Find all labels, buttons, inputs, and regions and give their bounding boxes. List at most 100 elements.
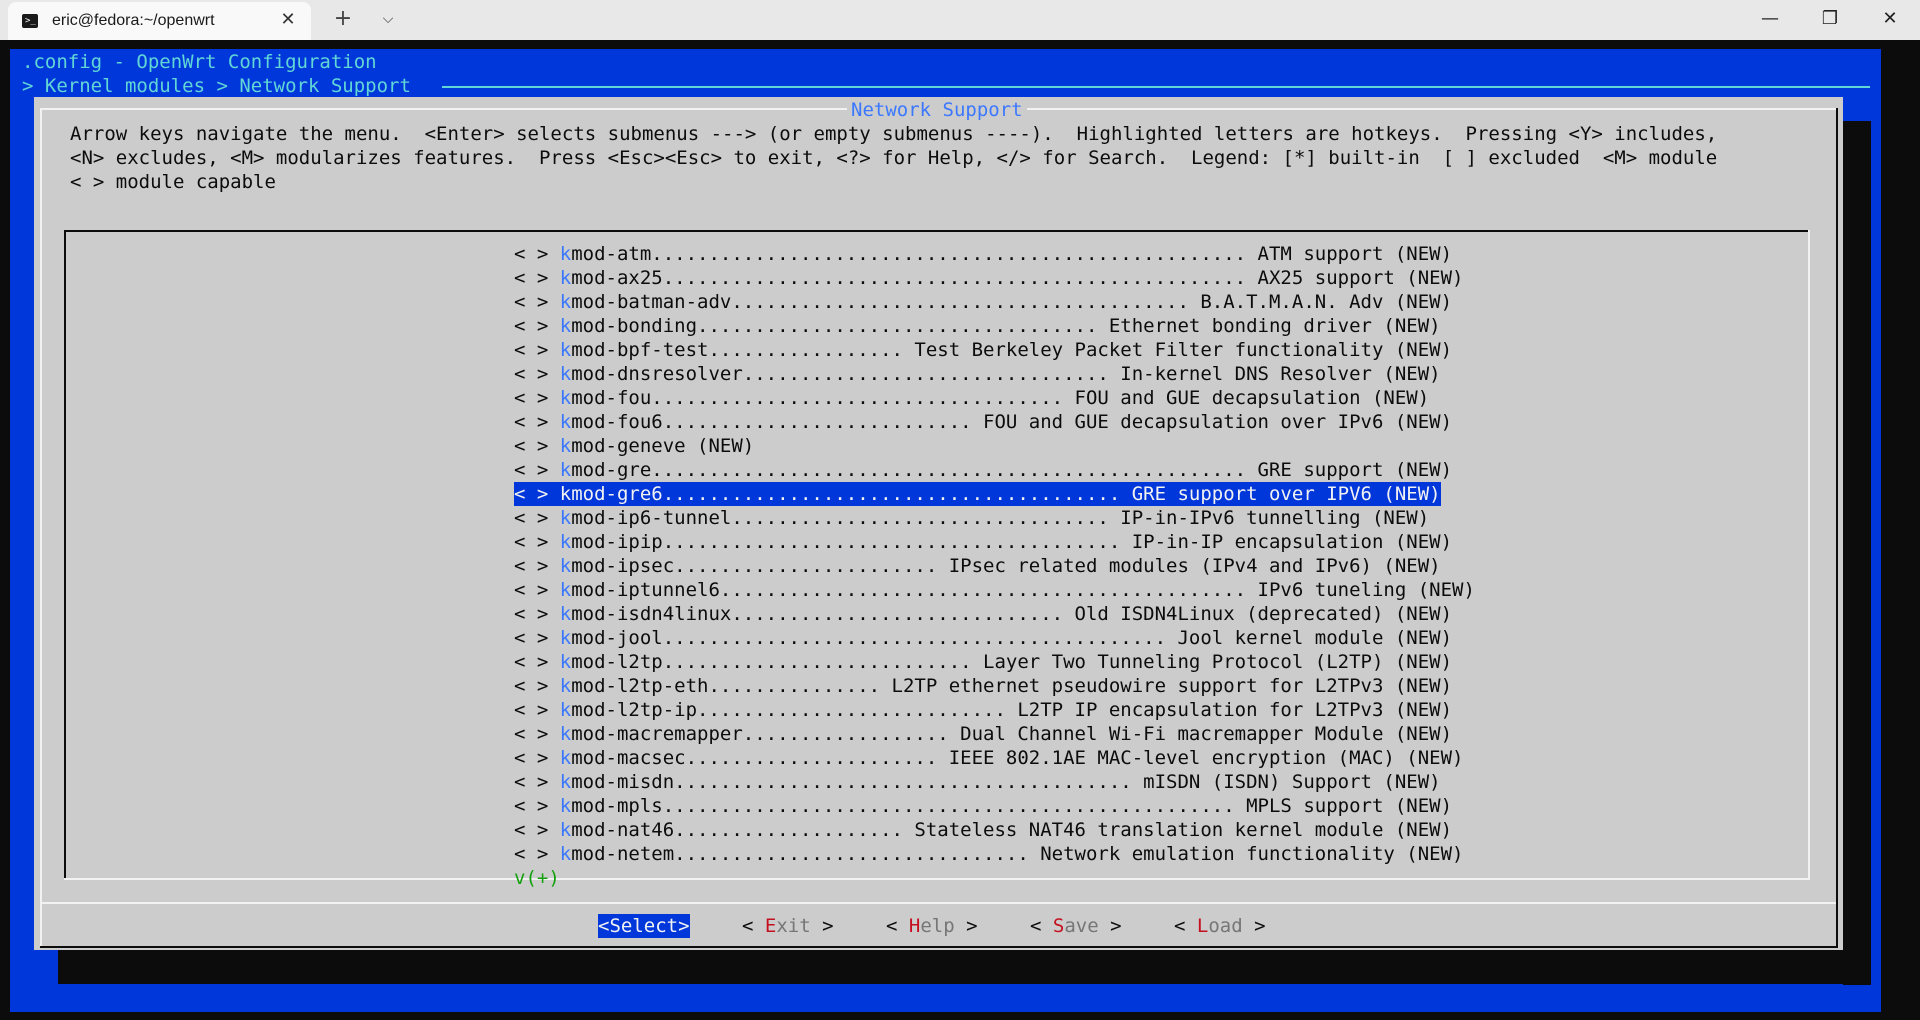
menu-item-state: < >: [514, 555, 560, 577]
button-post: >: [810, 915, 834, 937]
menu-item-state: < >: [514, 459, 560, 481]
list-border: [1808, 230, 1810, 880]
menu-item-label: mod-ax25................................…: [571, 267, 1464, 289]
menu-item-label: mod-bpf-test................. Test Berke…: [571, 339, 1453, 361]
dialog-shadow-right: [1843, 121, 1871, 985]
menu-item-state: < >: [514, 387, 560, 409]
menu-item-hotkey: k: [559, 267, 572, 289]
menu-item[interactable]: < > kmod-dnsresolver....................…: [514, 362, 1441, 386]
menu-item-label: mod-bonding.............................…: [571, 315, 1441, 337]
menu-item-state: < >: [514, 819, 560, 841]
maximize-icon[interactable]: ❐: [1800, 0, 1860, 40]
menu-item[interactable]: < > kmod-batman-adv.....................…: [514, 290, 1452, 314]
terminal-icon: >_: [22, 14, 38, 28]
menu-item[interactable]: < > kmod-l2tp-eth............... L2TP et…: [514, 674, 1452, 698]
window-close-icon[interactable]: ✕: [1860, 0, 1920, 40]
help-line-2: <N> excludes, <M> modularizes features. …: [70, 147, 1718, 169]
menu-item[interactable]: < > kmod-netem..........................…: [514, 842, 1463, 866]
menu-item-label: mod-iptunnel6...........................…: [571, 579, 1475, 601]
button-rest: elp: [920, 915, 955, 937]
button-separator: [42, 902, 1836, 904]
menu-item-label: mod-macremapper.................. Dual C…: [571, 723, 1453, 745]
menu-item[interactable]: < > kmod-macremapper.................. D…: [514, 722, 1452, 746]
dialog-shadow-bottom: [58, 950, 1871, 984]
menu-item-hotkey: k: [559, 699, 572, 721]
menu-item-label: mod-ipsec....................... IPsec r…: [571, 555, 1441, 577]
menu-item[interactable]: < > kmod-bonding........................…: [514, 314, 1441, 338]
button-pre: <: [886, 915, 909, 937]
dialog-border: [40, 108, 42, 948]
menu-item-hotkey: k: [559, 771, 572, 793]
terminal-tab[interactable]: >_ eric@fedora:~/openwrt ✕: [8, 2, 311, 40]
menu-item[interactable]: < > kmod-geneve (NEW): [514, 434, 754, 458]
menu-item[interactable]: < > kmod-ipip...........................…: [514, 530, 1452, 554]
menu-item[interactable]: < > kmod-gre............................…: [514, 458, 1452, 482]
menu-item-state: < >: [514, 579, 560, 601]
menu-item[interactable]: < > kmod-gre6...........................…: [514, 482, 1441, 506]
menu-item-hotkey: k: [559, 339, 572, 361]
help-button[interactable]: < Help >: [886, 914, 978, 938]
menu-item[interactable]: < > kmod-bpf-test................. Test …: [514, 338, 1452, 362]
menu-item[interactable]: < > kmod-nat46.................... State…: [514, 818, 1452, 842]
menu-item-hotkey: k: [559, 819, 572, 841]
menu-item-hotkey: k: [559, 411, 572, 433]
menu-item[interactable]: < > kmod-fou6...........................…: [514, 410, 1452, 434]
menu-item-label: mod-l2tp........................... Laye…: [571, 651, 1453, 673]
menu-item-state: < >: [514, 267, 560, 289]
menu-item-state: < >: [514, 507, 560, 529]
list-border: [64, 230, 1810, 232]
menu-item-label: mod-batman-adv..........................…: [571, 291, 1453, 313]
menu-item-label: mod-isdn4linux..........................…: [571, 603, 1453, 625]
menu-item-hotkey: k: [559, 555, 572, 577]
menu-item-label: mod-jool................................…: [571, 627, 1453, 649]
menu-item-label: mod-netem...............................…: [571, 843, 1464, 865]
new-tab-icon[interactable]: +: [330, 6, 356, 32]
menu-item[interactable]: < > kmod-mpls...........................…: [514, 794, 1452, 818]
menu-item[interactable]: < > kmod-ip6-tunnel.....................…: [514, 506, 1429, 530]
menu-item[interactable]: < > kmod-l2tp...........................…: [514, 650, 1452, 674]
load-button[interactable]: < Load >: [1174, 914, 1266, 938]
menu-item[interactable]: < > kmod-atm............................…: [514, 242, 1452, 266]
menu-item-state: < >: [514, 627, 560, 649]
menu-item[interactable]: < > kmod-fou............................…: [514, 386, 1429, 410]
menu-item[interactable]: < > kmod-iptunnel6......................…: [514, 578, 1475, 602]
button-post: >: [1242, 915, 1266, 937]
menu-item-hotkey: k: [559, 531, 572, 553]
minimize-icon[interactable]: —: [1740, 0, 1800, 40]
menu-item-hotkey: k: [559, 363, 572, 385]
menu-item-hotkey: k: [559, 627, 572, 649]
menu-item-hotkey: k: [559, 507, 572, 529]
exit-button[interactable]: < Exit >: [742, 914, 834, 938]
more-indicator[interactable]: v(+): [514, 866, 560, 890]
button-rest: ave: [1064, 915, 1099, 937]
menu-item[interactable]: < > kmod-misdn..........................…: [514, 770, 1441, 794]
menu-item[interactable]: < > kmod-jool...........................…: [514, 626, 1452, 650]
menu-item-state: < >: [514, 411, 560, 433]
menu-item[interactable]: < > kmod-l2tp-ip........................…: [514, 698, 1452, 722]
menu-item[interactable]: < > kmod-macsec...................... IE…: [514, 746, 1463, 770]
chevron-down-icon[interactable]: ⌵: [376, 6, 400, 32]
menu-item-label: mod-gre.................................…: [571, 459, 1453, 481]
menu-item[interactable]: < > kmod-ipsec....................... IP…: [514, 554, 1441, 578]
button-post: >: [954, 915, 978, 937]
menu-item[interactable]: < > kmod-isdn4linux.....................…: [514, 602, 1452, 626]
menu-item-state: < >: [514, 315, 560, 337]
menu-item-label: mod-gre6................................…: [571, 483, 1441, 505]
tab-title: eric@fedora:~/openwrt: [52, 12, 215, 29]
button-rest: xit: [776, 915, 811, 937]
save-button[interactable]: < Save >: [1030, 914, 1122, 938]
menu-item-hotkey: k: [559, 675, 572, 697]
breadcrumb: > Kernel modules > Network Support: [22, 75, 411, 97]
menu-item-label: mod-nat46.................... Stateless …: [571, 819, 1453, 841]
menu-item[interactable]: < > kmod-ax25...........................…: [514, 266, 1463, 290]
menu-item-label: mod-fou6........................... FOU …: [571, 411, 1453, 433]
button-pre: <: [742, 915, 765, 937]
menu-item-hotkey: k: [559, 291, 572, 313]
menu-item-state: < >: [514, 723, 560, 745]
header-rule: [442, 86, 1870, 88]
tab-close-icon[interactable]: ✕: [276, 8, 300, 32]
button-rest: Select: [609, 915, 679, 937]
menu-item-label: mod-atm.................................…: [571, 243, 1453, 265]
select-button[interactable]: <Select>: [598, 914, 690, 938]
menu-item-hotkey: k: [559, 483, 572, 505]
